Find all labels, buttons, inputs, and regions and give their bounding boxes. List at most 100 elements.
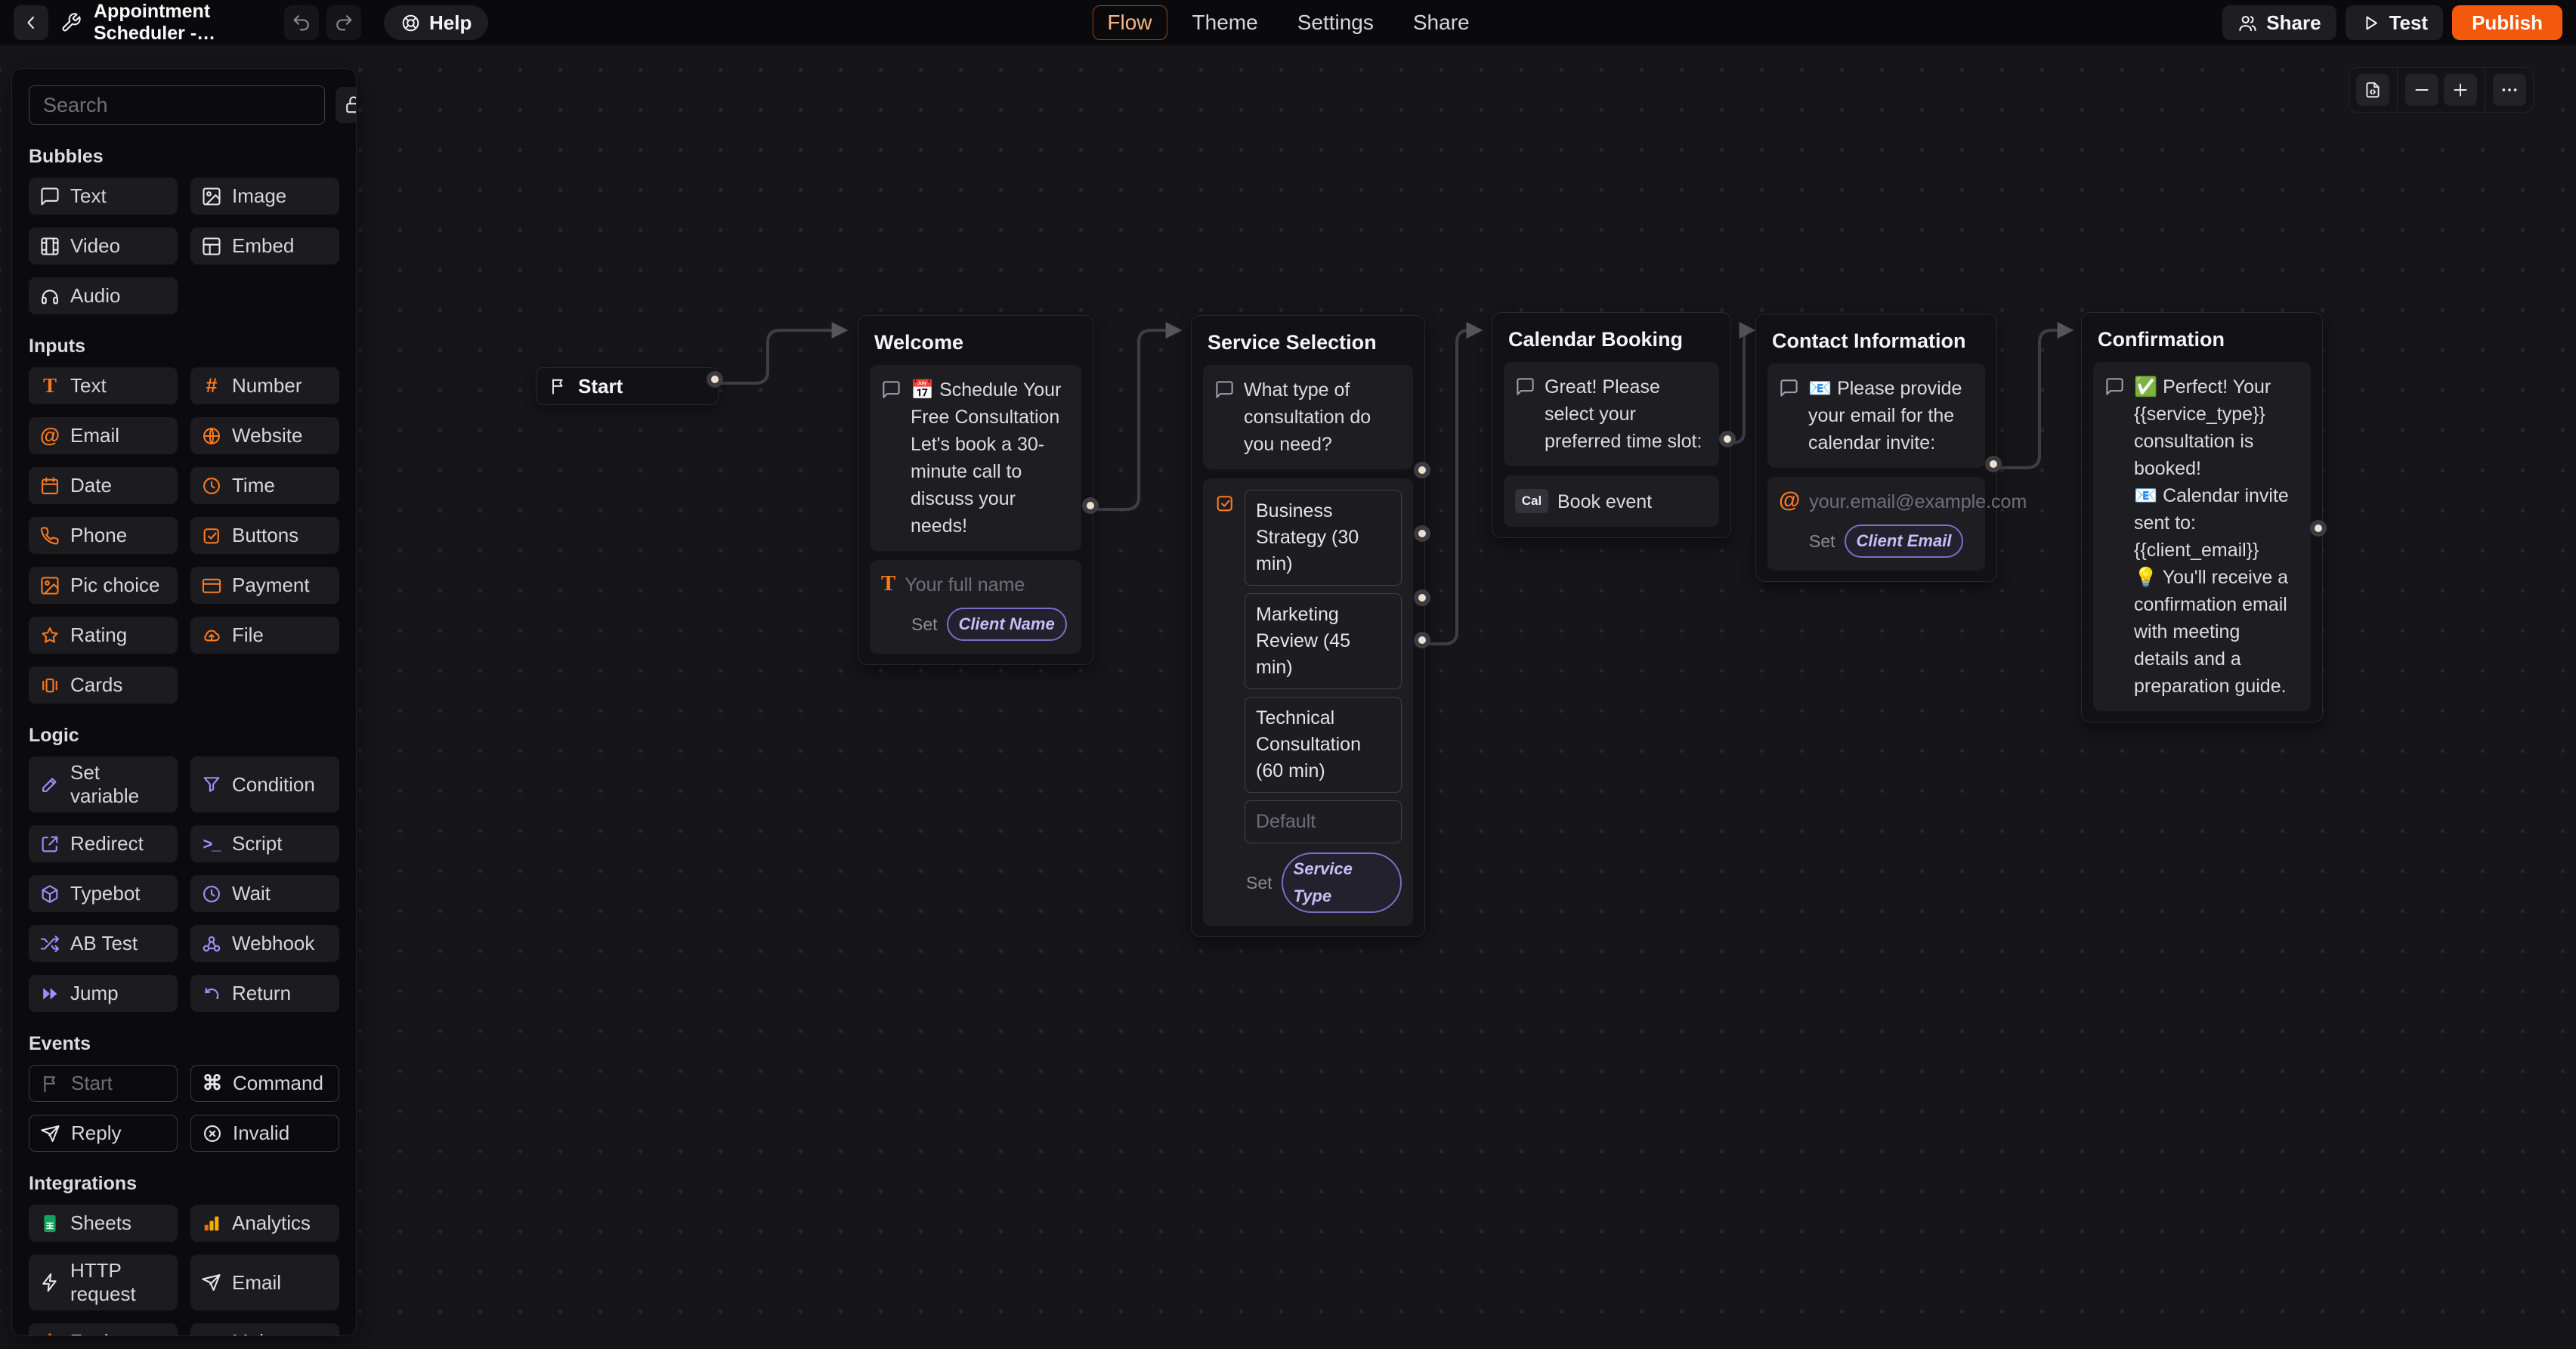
text-bubble-block[interactable]: ✅ Perfect! Your {{service_type}} consult… [2093,362,2311,711]
block-number-input[interactable]: #Number [190,367,339,404]
block-label: AB Test [70,932,138,955]
block-webhook[interactable]: Webhook [190,925,339,962]
undo-button[interactable] [284,5,319,40]
port-option-3-out[interactable] [1418,594,1426,602]
block-video-bubble[interactable]: Video [29,227,178,265]
block-pic-choice-input[interactable]: Pic choice [29,567,178,604]
block-label: Text [70,374,107,398]
variable-badge[interactable]: Service Type [1282,852,1402,913]
help-button[interactable]: Help [384,5,488,40]
email-input-block[interactable]: @ your.email@example.com Set Client Emai… [1767,477,1985,571]
zoom-in-button[interactable] [2444,74,2477,106]
block-email-integration[interactable]: Email [190,1255,339,1310]
port-option-1-out[interactable] [1418,466,1426,474]
block-redirect[interactable]: Redirect [29,825,178,862]
block-file-input[interactable]: File [190,617,339,654]
section-title-bubbles: Bubbles [29,146,339,169]
more-options-button[interactable] [2493,74,2526,106]
chevron-left-icon [20,12,42,33]
block-make[interactable]: Make.com [190,1323,339,1336]
tab-share[interactable]: Share [1399,5,1484,40]
port-default-out[interactable] [1418,636,1426,644]
node-calendar-booking[interactable]: Calendar Booking Great! Please select yo… [1492,312,1731,538]
block-jump[interactable]: Jump [29,975,178,1012]
share-button[interactable]: Share [2222,5,2336,40]
publish-button[interactable]: Publish [2452,5,2562,40]
block-wait[interactable]: Wait [190,875,339,912]
port-contact-out[interactable] [1990,460,1997,468]
tab-theme[interactable]: Theme [1178,5,1273,40]
block-audio-bubble[interactable]: Audio [29,277,178,314]
block-rating-input[interactable]: Rating [29,617,178,654]
block-time-input[interactable]: Time [190,467,339,504]
text-input-block[interactable]: T Your full name Set Client Name [870,560,1081,654]
block-email-input[interactable]: @Email [29,417,178,454]
block-sheets[interactable]: Sheets [29,1205,178,1242]
block-start-event[interactable]: Start [29,1065,178,1102]
block-image-bubble[interactable]: Image [190,178,339,215]
zapier-icon [39,1332,60,1337]
integrations-grid: Sheets Analytics HTTP request Email Zapi… [29,1205,339,1336]
port-confirmation-out[interactable] [2315,524,2322,532]
block-invalid-event[interactable]: Invalid [190,1115,339,1152]
text-bubble-block[interactable]: 📧 Please provide your email for the cale… [1767,364,1985,468]
text-bubble-block[interactable]: What type of consultation do you need? [1203,365,1413,469]
lightning-bolt-icon [39,1272,60,1293]
tab-settings[interactable]: Settings [1283,5,1388,40]
test-button[interactable]: Test [2346,5,2444,40]
block-phone-input[interactable]: Phone [29,517,178,554]
block-condition[interactable]: Condition [190,756,339,812]
port-calendar-out[interactable] [1724,435,1731,443]
share-label: Share [2266,11,2321,35]
ellipsis-icon [2499,79,2520,101]
text-bubble-block[interactable]: Great! Please select your preferred time… [1504,362,1719,466]
block-typebot[interactable]: Typebot [29,875,178,912]
block-buttons-input[interactable]: Buttons [190,517,339,554]
port-start-out[interactable] [711,376,719,383]
port-option-2-out[interactable] [1418,530,1426,537]
text-bubble-block[interactable]: 📅 Schedule Your Free Consultation Let's … [870,365,1081,551]
help-label: Help [429,11,472,35]
webhook-icon [201,933,222,955]
block-analytics[interactable]: Analytics [190,1205,339,1242]
variable-badge[interactable]: Client Email [1845,524,1964,558]
export-flow-button[interactable] [2356,74,2389,106]
block-text-bubble[interactable]: Text [29,178,178,215]
node-start[interactable]: Start [536,367,719,405]
block-return[interactable]: Return [190,975,339,1012]
block-label: Audio [70,284,121,308]
node-confirmation[interactable]: Confirmation ✅ Perfect! Your {{service_t… [2081,312,2323,722]
search-input[interactable] [29,85,325,125]
lock-sidebar-button[interactable] [336,87,357,123]
text-serif-icon: T [881,571,895,596]
choice-option[interactable]: Business Strategy (30 min) [1245,490,1402,586]
redo-button[interactable] [326,5,361,40]
block-date-input[interactable]: Date [29,467,178,504]
cal-booking-block[interactable]: Cal Book event [1504,475,1719,527]
chat-icon [881,379,901,400]
choice-option[interactable]: Marketing Review (45 min) [1245,593,1402,689]
block-website-input[interactable]: Website [190,417,339,454]
block-payment-input[interactable]: Payment [190,567,339,604]
block-text-input[interactable]: TText [29,367,178,404]
zoom-out-button[interactable] [2405,74,2438,106]
block-command-event[interactable]: ⌘Command [190,1065,339,1102]
block-ab-test[interactable]: AB Test [29,925,178,962]
block-cards-input[interactable]: Cards [29,667,178,704]
buttons-input-block[interactable]: Business Strategy (30 min) Marketing Rev… [1203,478,1413,926]
block-embed-bubble[interactable]: Embed [190,227,339,265]
tab-flow[interactable]: Flow [1092,5,1167,40]
block-set-variable[interactable]: Set variable [29,756,178,812]
block-reply-event[interactable]: Reply [29,1115,178,1152]
block-http-request[interactable]: HTTP request [29,1255,178,1310]
block-script[interactable]: >_Script [190,825,339,862]
node-welcome[interactable]: Welcome 📅 Schedule Your Free Consultatio… [858,315,1093,665]
default-option[interactable]: Default [1245,800,1402,843]
back-button[interactable] [14,5,48,40]
node-service-selection[interactable]: Service Selection What type of consultat… [1191,315,1425,937]
choice-option[interactable]: Technical Consultation (60 min) [1245,697,1402,793]
node-contact-information[interactable]: Contact Information 📧 Please provide you… [1755,314,1997,582]
variable-badge[interactable]: Client Name [947,608,1067,641]
port-welcome-out[interactable] [1087,502,1094,509]
block-zapier[interactable]: Zapier [29,1323,178,1336]
